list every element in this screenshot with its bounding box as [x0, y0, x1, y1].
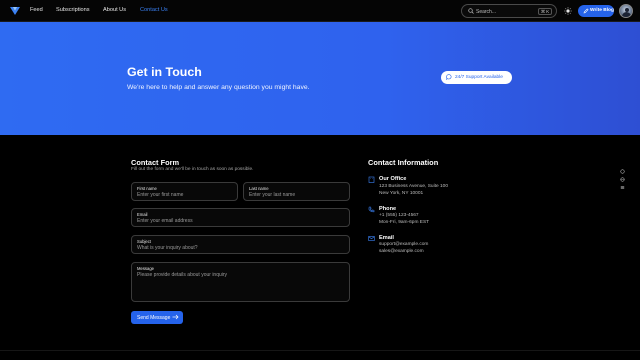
message-label: Message [137, 265, 154, 271]
last-name-field[interactable]: Last name Enter your last name [243, 182, 350, 201]
phone-hours: Mon-Fri, 9am-6pm EST [379, 220, 430, 225]
office-address-line2: New York, NY 10001 [379, 191, 424, 196]
nav-link-about-us[interactable]: About Us [103, 7, 126, 13]
first-name-field[interactable]: First name Enter your first name [131, 182, 238, 201]
pencil-icon [583, 8, 589, 14]
chat-bubble-icon [446, 74, 452, 80]
last-name-placeholder: Enter your last name [249, 191, 296, 198]
mail-icon [368, 236, 375, 241]
phone-number[interactable]: +1 (555) 123-4567 [379, 213, 419, 218]
footer-divider [0, 350, 640, 351]
message-textarea[interactable]: Message Please provide details about you… [131, 262, 350, 302]
hero-banner: Get in Touch We're here to help and answ… [0, 22, 640, 135]
phone-title: Phone [379, 206, 397, 212]
logo-icon[interactable] [9, 5, 21, 17]
email-placeholder: Enter your email address [137, 217, 193, 224]
send-message-label: Send Message [137, 314, 171, 321]
list-icon[interactable] [620, 185, 625, 190]
arrow-right-icon [172, 314, 179, 320]
support-badge-label: 24/7 Support Available [455, 74, 503, 80]
building-icon [368, 176, 375, 183]
search-placeholder: Search... [476, 8, 497, 15]
contact-form-title: Contact Form [131, 158, 180, 167]
circle-icon[interactable] [620, 169, 625, 174]
first-name-label: First name [137, 185, 157, 191]
page-title: Get in Touch [127, 65, 202, 79]
avatar-body [622, 12, 631, 17]
subject-label: Subject [137, 238, 151, 244]
email-field[interactable]: Email Enter your email address [131, 208, 350, 227]
sun-icon[interactable] [564, 7, 572, 15]
send-message-button[interactable]: Send Message [131, 311, 183, 324]
email-title: Email [379, 235, 394, 241]
subject-field[interactable]: Subject What is your inquiry about? [131, 235, 350, 254]
search-icon [468, 8, 474, 14]
avatar-head [624, 7, 629, 12]
office-title: Our Office [379, 176, 407, 182]
contact-form-subtitle: Fill out the form and we'll be in touch … [131, 167, 254, 172]
write-blog-label: Write Blog [590, 8, 614, 13]
first-name-placeholder: Enter your first name [137, 191, 184, 198]
support-email[interactable]: support@example.com [379, 242, 428, 247]
nav-link-subscriptions[interactable]: Subscriptions [56, 7, 90, 13]
hero-subtitle: We're here to help and answer any questi… [127, 84, 310, 91]
avatar[interactable] [619, 4, 633, 18]
sales-email[interactable]: sales@example.com [379, 249, 424, 254]
search-input[interactable]: Search... ⌘ K [461, 4, 557, 18]
support-badge: 24/7 Support Available [441, 71, 512, 84]
office-address-line1: 123 Business Avenue, Suite 100 [379, 184, 448, 189]
write-blog-button[interactable]: Write Blog [578, 5, 614, 17]
contact-info-title: Contact Information [368, 158, 439, 167]
nav-link-feed[interactable]: Feed [30, 7, 43, 13]
nav-link-contact-us[interactable]: Contact Us [140, 7, 168, 13]
subject-placeholder: What is your inquiry about? [137, 244, 198, 251]
phone-icon [368, 206, 375, 213]
email-label: Email [137, 211, 148, 217]
last-name-label: Last name [249, 185, 269, 191]
message-placeholder: Please provide details about your inquir… [137, 271, 228, 278]
search-shortcut-badge: ⌘ K [537, 8, 552, 15]
globe-icon[interactable] [620, 177, 625, 182]
top-navbar: Feed Subscriptions About Us Contact Us S… [0, 0, 640, 22]
